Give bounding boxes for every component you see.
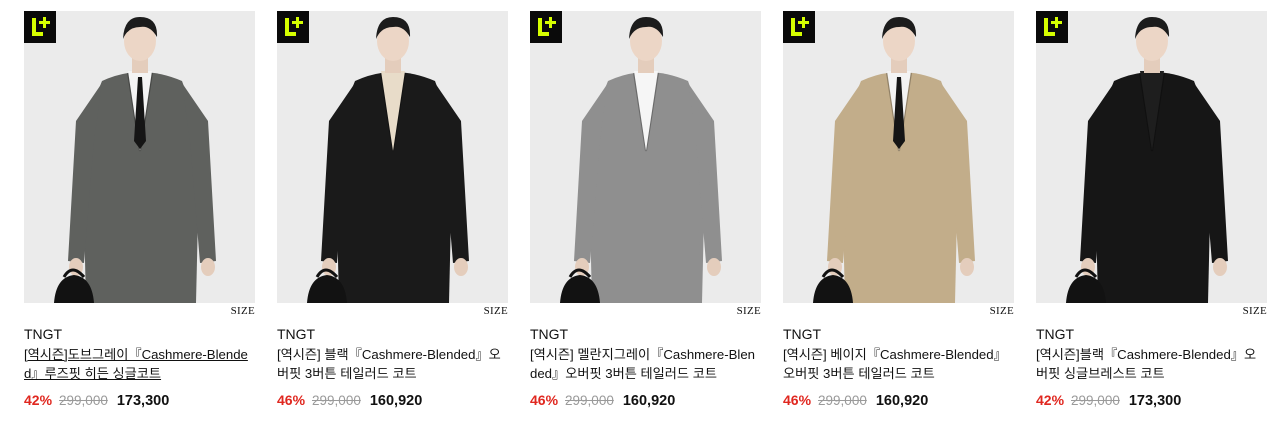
price-row: 46% 299,000 160,920 (277, 392, 508, 410)
original-price: 299,000 (818, 393, 867, 408)
discount-rate: 46% (530, 392, 559, 408)
model-photo (530, 11, 761, 303)
price-row: 42% 299,000 173,300 (24, 392, 255, 410)
l-plus-icon (530, 11, 562, 43)
original-price: 299,000 (312, 393, 361, 408)
brand-name[interactable]: TNGT (1036, 324, 1267, 344)
sale-price: 173,300 (116, 393, 170, 409)
model-photo (24, 11, 255, 303)
product-image[interactable] (1036, 11, 1267, 303)
product-name[interactable]: [역시즌] 베이지『Cashmere-Blended』오버핏 3버튼 테일러드 … (783, 345, 1014, 383)
model-hand (454, 258, 468, 276)
sale-price: 160,920 (875, 393, 929, 409)
product-card[interactable]: SIZE TNGT [역시즌]도브그레이『Cashmere-Blended』루즈… (24, 11, 255, 410)
l-plus-icon (783, 11, 815, 43)
size-label[interactable]: SIZE (231, 305, 255, 317)
size-label[interactable]: SIZE (484, 305, 508, 317)
product-grid: SIZE TNGT [역시즌]도브그레이『Cashmere-Blended』루즈… (24, 11, 1267, 410)
original-price: 299,000 (565, 393, 614, 408)
brand-name[interactable]: TNGT (277, 324, 508, 344)
product-name[interactable]: [역시즌]블랙『Cashmere-Blended』오버핏 싱글브레스트 코트 (1036, 345, 1267, 383)
product-image[interactable] (530, 11, 761, 303)
discount-rate: 46% (783, 392, 812, 408)
l-plus-icon (1036, 11, 1068, 43)
l-plus-icon (24, 11, 56, 43)
sale-price: 173,300 (1128, 393, 1182, 409)
product-image[interactable] (783, 11, 1014, 303)
product-image[interactable] (24, 11, 255, 303)
original-price: 299,000 (59, 393, 108, 408)
price-row: 46% 299,000 160,920 (783, 392, 1014, 410)
model-hand (201, 258, 215, 276)
price-row: 42% 299,000 173,300 (1036, 392, 1267, 410)
product-name[interactable]: [역시즌] 블랙『Cashmere-Blended』오버핏 3버튼 테일러드 코… (277, 345, 508, 383)
brand-name[interactable]: TNGT (24, 324, 255, 344)
sale-price: 160,920 (622, 393, 676, 409)
l-plus-icon (277, 11, 309, 43)
model-photo (1036, 11, 1267, 303)
price-row: 46% 299,000 160,920 (530, 392, 761, 410)
model-hand (707, 258, 721, 276)
product-card[interactable]: SIZE TNGT [역시즌]블랙『Cashmere-Blended』오버핏 싱… (1036, 11, 1267, 410)
product-card[interactable]: SIZE TNGT [역시즌] 베이지『Cashmere-Blended』오버핏… (783, 11, 1014, 410)
model-hand (1213, 258, 1227, 276)
discount-rate: 46% (277, 392, 306, 408)
model-photo (783, 11, 1014, 303)
product-image[interactable] (277, 11, 508, 303)
discount-rate: 42% (24, 392, 53, 408)
size-label[interactable]: SIZE (737, 305, 761, 317)
model-hand (960, 258, 974, 276)
product-name[interactable]: [역시즌] 멜란지그레이『Cashmere-Blended』오버핏 3버튼 테일… (530, 345, 761, 383)
model-photo (277, 11, 508, 303)
product-card[interactable]: SIZE TNGT [역시즌] 블랙『Cashmere-Blended』오버핏 … (277, 11, 508, 410)
sale-price: 160,920 (369, 393, 423, 409)
size-label[interactable]: SIZE (990, 305, 1014, 317)
size-label[interactable]: SIZE (1243, 305, 1267, 317)
brand-name[interactable]: TNGT (783, 324, 1014, 344)
discount-rate: 42% (1036, 392, 1065, 408)
brand-name[interactable]: TNGT (530, 324, 761, 344)
product-card[interactable]: SIZE TNGT [역시즌] 멜란지그레이『Cashmere-Blended』… (530, 11, 761, 410)
product-name[interactable]: [역시즌]도브그레이『Cashmere-Blended』루즈핏 히든 싱글코트 (24, 345, 255, 383)
original-price: 299,000 (1071, 393, 1120, 408)
